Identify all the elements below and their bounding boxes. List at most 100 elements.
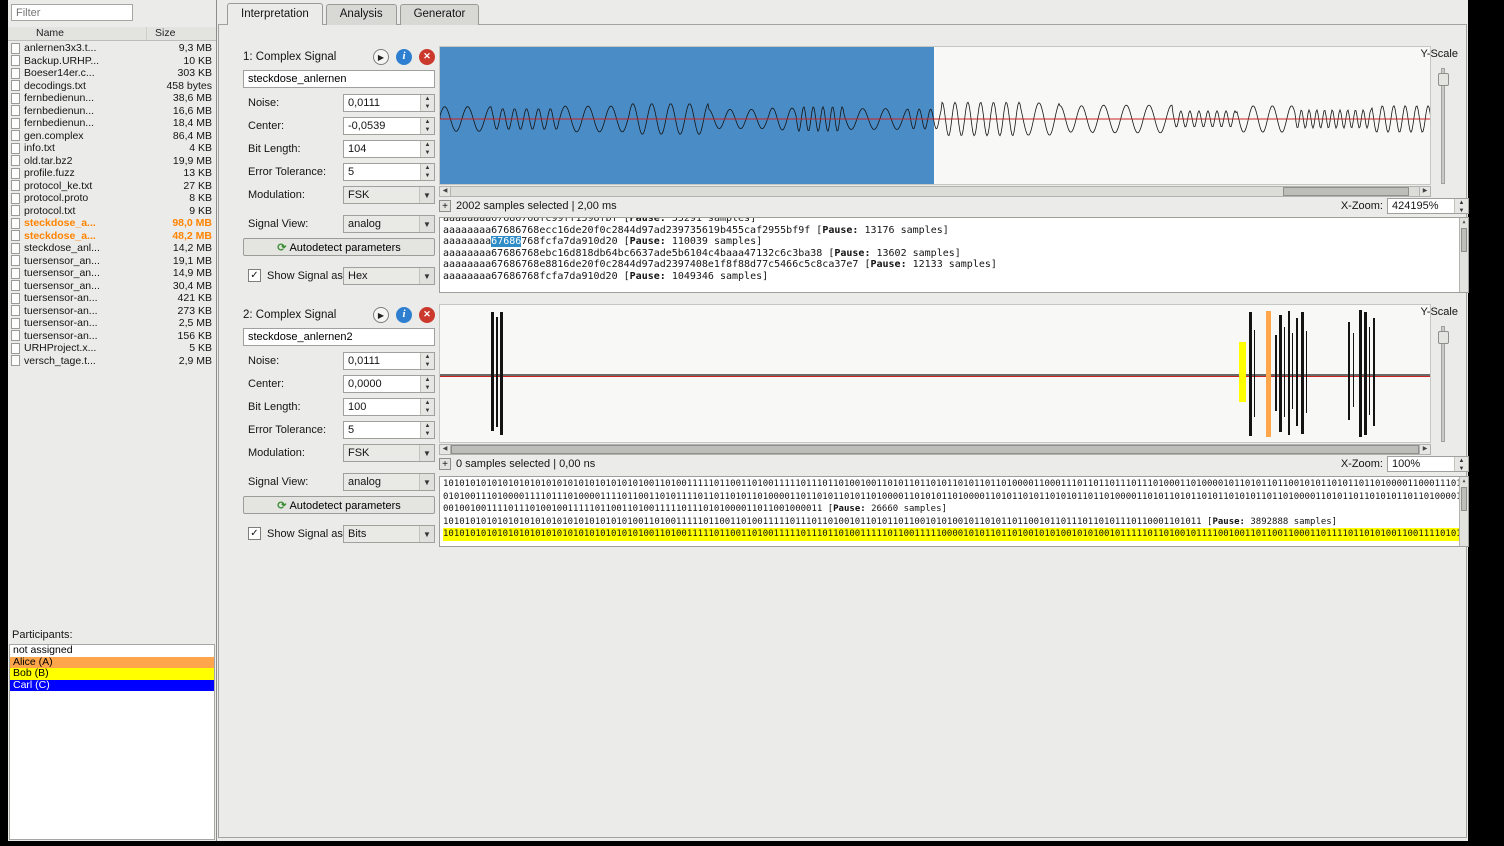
file-row[interactable]: tuersensor_an... 19,1 MB xyxy=(8,255,216,268)
spinner-arrows-icon[interactable]: ▲ ▼ xyxy=(420,164,434,180)
spinner-arrows-icon[interactable]: ▲ ▼ xyxy=(420,399,434,415)
play-button[interactable]: ▶ xyxy=(373,49,389,65)
spinner-arrows-icon[interactable]: ▲ ▼ xyxy=(1454,457,1468,472)
spinner-arrows-icon[interactable]: ▲ ▼ xyxy=(420,118,434,134)
protocol-message[interactable]: 1010101010101010101010101010101010101001… xyxy=(443,478,1468,491)
signal-plot-2[interactable] xyxy=(439,304,1431,443)
zoom-in-button[interactable]: + xyxy=(439,200,451,212)
modulation-select[interactable]: FSK ▼ xyxy=(343,444,435,462)
spinner-arrows-icon[interactable]: ▲ ▼ xyxy=(420,422,434,438)
protocol-message[interactable]: 1010101010101010101010101010101010100110… xyxy=(443,516,1465,529)
signal-plot-1[interactable] xyxy=(439,46,1431,185)
scroll-right-icon[interactable]: ▶ xyxy=(1419,187,1430,196)
play-button[interactable]: ▶ xyxy=(373,307,389,323)
scrollbar-thumb[interactable] xyxy=(1283,187,1410,196)
scroll-left-icon[interactable]: ◀ xyxy=(440,445,451,454)
signal-1-hscrollbar[interactable]: ◀ ▶ xyxy=(439,186,1431,197)
protocol-message[interactable]: aaaaaaaa67686768fcfa7da910d20 [Pause: 11… xyxy=(443,236,1465,248)
column-header-size[interactable]: Size xyxy=(146,27,216,40)
protocol-message[interactable]: aaaaaaaa67686768fcfa7da910d20 [Pause: 10… xyxy=(443,271,1465,283)
bit-length-spinbox[interactable]: 104 ▲ ▼ xyxy=(343,140,435,158)
show-signal-checkbox[interactable]: ✓ xyxy=(248,527,261,540)
tab-generator[interactable]: Generator xyxy=(399,4,480,25)
x-zoom-spinbox[interactable]: 100% ▲ ▼ xyxy=(1387,456,1469,472)
autodetect-button[interactable]: ⟳ Autodetect parameters xyxy=(243,496,435,514)
file-row[interactable]: fernbedienun... 16,6 MB xyxy=(8,105,216,118)
autodetect-button[interactable]: ⟳ Autodetect parameters xyxy=(243,238,435,256)
slider-handle[interactable] xyxy=(1438,73,1449,86)
show-signal-checkbox[interactable]: ✓ xyxy=(248,269,261,282)
tab-analysis[interactable]: Analysis xyxy=(325,4,397,25)
protocol-message[interactable]: aaaaaaaa67686768fc99ff1598fbf [Pause: 55… xyxy=(443,218,1465,225)
x-zoom-spinbox[interactable]: 424195% ▲ ▼ xyxy=(1387,198,1469,214)
y-scale-slider[interactable] xyxy=(1438,326,1449,442)
protocol-message[interactable]: 0101001110100001111011101000011110110011… xyxy=(443,491,1468,504)
file-row[interactable]: fernbedienun... 38,6 MB xyxy=(8,92,216,105)
file-row[interactable]: Backup.URHP... 10 KB xyxy=(8,55,216,68)
bits-output-area[interactable]: 1010101010101010101010101010101010101001… xyxy=(439,476,1469,547)
column-header-name[interactable]: Name xyxy=(8,27,146,40)
file-row[interactable]: fernbedienun... 18,4 MB xyxy=(8,117,216,130)
file-row[interactable]: tuersensor-an... 273 KB xyxy=(8,305,216,318)
file-row[interactable]: anlernen3x3.t... 9,3 MB xyxy=(8,42,216,55)
close-signal-button[interactable]: ✕ xyxy=(419,49,435,65)
file-row[interactable]: URHProject.x... 5 KB xyxy=(8,342,216,355)
protocol-message[interactable]: 0010010011110111010010011111011001101001… xyxy=(443,503,1465,516)
info-button[interactable]: i xyxy=(396,49,412,65)
protocol-message[interactable]: aaaaaaaa67686768ecc16de20f0c2844d97ad239… xyxy=(443,225,1465,237)
show-signal-as-select[interactable]: Bits ▼ xyxy=(343,525,435,543)
file-row[interactable]: steckdose_a... 48,2 MB xyxy=(8,230,216,243)
file-row[interactable]: protocol.txt 9 KB xyxy=(8,205,216,218)
scroll-right-icon[interactable]: ▶ xyxy=(1419,445,1430,454)
file-row[interactable]: steckdose_a... 98,0 MB xyxy=(8,217,216,230)
y-scale-slider[interactable] xyxy=(1438,68,1449,184)
scrollbar-thumb[interactable] xyxy=(1461,228,1467,252)
file-row[interactable]: gen.complex 86,4 MB xyxy=(8,130,216,143)
show-signal-as-select[interactable]: Hex ▼ xyxy=(343,267,435,285)
protocol-message[interactable]: 1010101010101010101010101010101010101001… xyxy=(443,528,1468,541)
spinner-arrows-icon[interactable]: ▲ ▼ xyxy=(420,95,434,111)
noise-spinbox[interactable]: 0,0111 ▲ ▼ xyxy=(343,352,435,370)
participant-row[interactable]: Carl (C) xyxy=(10,679,214,691)
scrollbar-thumb[interactable] xyxy=(1461,487,1467,511)
file-row[interactable]: protocol_ke.txt 27 KB xyxy=(8,180,216,193)
msg-vscrollbar[interactable]: ▲ xyxy=(1459,477,1468,546)
file-row[interactable]: tuersensor_an... 30,4 MB xyxy=(8,280,216,293)
close-signal-button[interactable]: ✕ xyxy=(419,307,435,323)
filter-input[interactable] xyxy=(11,4,133,21)
msg-vscrollbar[interactable]: ▲ xyxy=(1459,218,1468,292)
protocol-message[interactable]: aaaaaaaa67686768e8816de20f0c2844d97ad239… xyxy=(443,259,1465,271)
file-table-header[interactable]: Name Size xyxy=(8,27,216,41)
zoom-in-button[interactable]: + xyxy=(439,458,451,470)
modulation-select[interactable]: FSK ▼ xyxy=(343,186,435,204)
protocol-message[interactable]: aaaaaaaa67686768ebc16d818db64bc6637ade5b… xyxy=(443,248,1465,260)
spinner-arrows-icon[interactable]: ▲ ▼ xyxy=(420,353,434,369)
signal-2-hscrollbar[interactable]: ◀ ▶ xyxy=(439,444,1431,455)
bit-length-spinbox[interactable]: 100 ▲ ▼ xyxy=(343,398,435,416)
info-button[interactable]: i xyxy=(396,307,412,323)
error-tolerance-spinbox[interactable]: 5 ▲ ▼ xyxy=(343,421,435,439)
scroll-left-icon[interactable]: ◀ xyxy=(440,187,451,196)
hex-output-area[interactable]: aaaaaaaa67686768fc99ff1598fbf [Pause: 55… xyxy=(439,217,1469,293)
file-row[interactable]: profile.fuzz 13 KB xyxy=(8,167,216,180)
file-row[interactable]: versch_tage.t... 2,9 MB xyxy=(8,355,216,368)
tab-interpretation[interactable]: Interpretation xyxy=(227,3,323,25)
file-row[interactable]: info.txt 4 KB xyxy=(8,142,216,155)
scrollbar-thumb[interactable] xyxy=(451,445,1419,454)
error-tolerance-spinbox[interactable]: 5 ▲ ▼ xyxy=(343,163,435,181)
file-row[interactable]: tuersensor-an... 421 KB xyxy=(8,292,216,305)
signal-name-input[interactable] xyxy=(243,70,435,88)
file-row[interactable]: protocol.proto 8 KB xyxy=(8,192,216,205)
file-row[interactable]: decodings.txt 458 bytes xyxy=(8,80,216,93)
file-row[interactable]: steckdose_anl... 14,2 MB xyxy=(8,242,216,255)
noise-spinbox[interactable]: 0,0111 ▲ ▼ xyxy=(343,94,435,112)
center-spinbox[interactable]: -0,0539 ▲ ▼ xyxy=(343,117,435,135)
file-row[interactable]: tuersensor-an... 2,5 MB xyxy=(8,317,216,330)
spinner-arrows-icon[interactable]: ▲ ▼ xyxy=(1454,199,1468,214)
file-row[interactable]: tuersensor-an... 156 KB xyxy=(8,330,216,343)
spinner-arrows-icon[interactable]: ▲ ▼ xyxy=(420,376,434,392)
file-row[interactable]: tuersensor_an... 14,9 MB xyxy=(8,267,216,280)
file-row[interactable]: old.tar.bz2 19,9 MB xyxy=(8,155,216,168)
spinner-arrows-icon[interactable]: ▲ ▼ xyxy=(420,141,434,157)
signal-name-input[interactable] xyxy=(243,328,435,346)
